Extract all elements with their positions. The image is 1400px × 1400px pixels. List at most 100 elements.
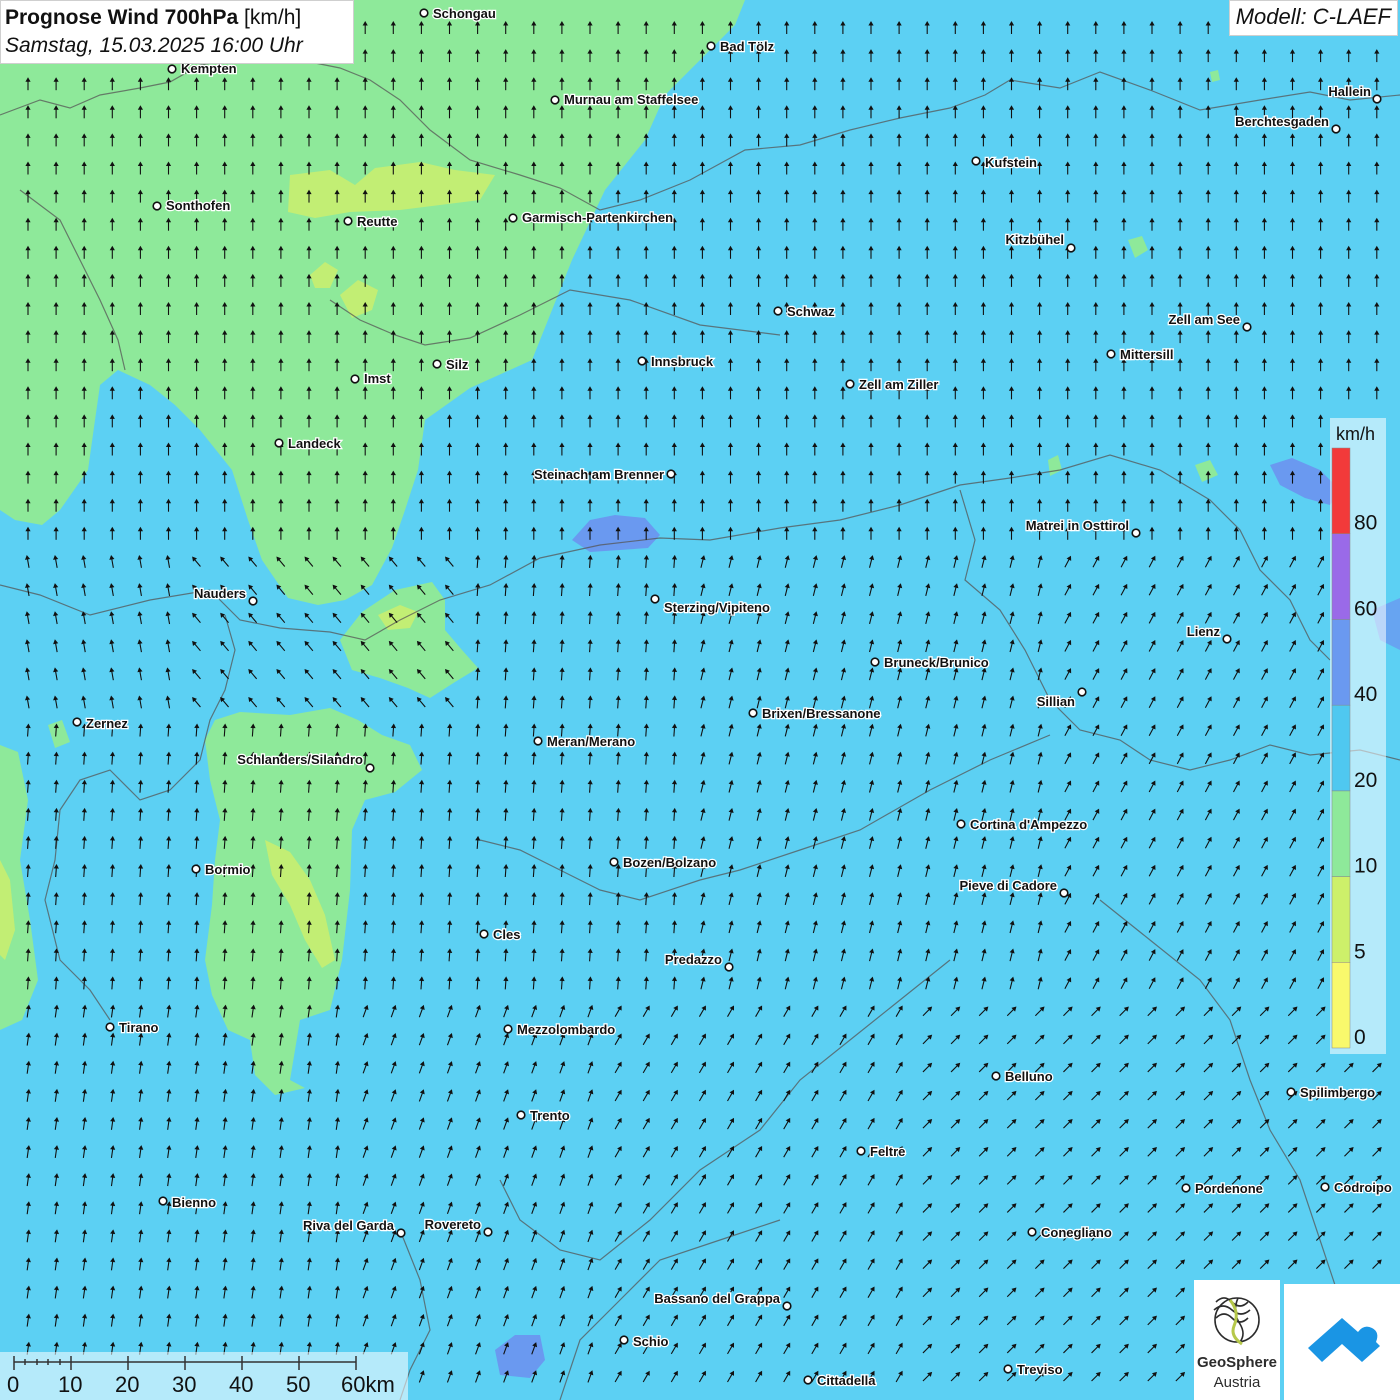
city-marker[interactable] xyxy=(706,41,716,51)
city-marker[interactable] xyxy=(870,657,880,667)
city-label: Landeck xyxy=(288,436,342,451)
city-marker[interactable] xyxy=(1131,528,1141,538)
city-label: Mittersill xyxy=(1120,347,1173,362)
city-label: Cortina d'Ampezzo xyxy=(970,817,1087,832)
city-label: Imst xyxy=(364,371,391,386)
city-label: Feltre xyxy=(870,1144,905,1159)
city-label: Meran/Merano xyxy=(547,734,635,749)
city-marker[interactable] xyxy=(1331,124,1341,134)
city-marker[interactable] xyxy=(845,379,855,389)
city-label: Kufstein xyxy=(985,155,1037,170)
city-marker[interactable] xyxy=(1066,243,1076,253)
scale-label: 10 xyxy=(58,1372,83,1397)
weather-app-logo[interactable] xyxy=(1284,1284,1400,1400)
city-label: Codroipo xyxy=(1334,1180,1392,1195)
city-marker[interactable] xyxy=(72,717,82,727)
city-marker[interactable] xyxy=(274,438,284,448)
city-label: Steinach am Brenner xyxy=(534,467,664,482)
city-marker[interactable] xyxy=(533,736,543,746)
city-marker[interactable] xyxy=(350,374,360,384)
legend-label: 60 xyxy=(1354,597,1377,620)
city-marker[interactable] xyxy=(1027,1227,1037,1237)
city-marker[interactable] xyxy=(724,962,734,972)
city-marker[interactable] xyxy=(1003,1364,1013,1374)
city-marker[interactable] xyxy=(516,1110,526,1120)
city-label: Bassano del Grappa xyxy=(654,1291,780,1306)
city-label: Cittadella xyxy=(817,1373,876,1388)
city-marker[interactable] xyxy=(483,1227,493,1237)
legend: km/h 0 5 10 20 40 60 80 xyxy=(1330,418,1386,1054)
city-marker[interactable] xyxy=(991,1071,1001,1081)
city-marker[interactable] xyxy=(1106,349,1116,359)
city-marker[interactable] xyxy=(782,1301,792,1311)
geosphere-logo[interactable]: GeoSphere Austria xyxy=(1194,1280,1280,1400)
city-label: Mezzolombardo xyxy=(517,1022,615,1037)
city-label: Sterzing/Vipiteno xyxy=(664,600,770,615)
city-marker[interactable] xyxy=(803,1375,813,1385)
city-label: Bruneck/Brunico xyxy=(884,655,989,670)
city-label: Nauders xyxy=(194,586,246,601)
city-marker[interactable] xyxy=(396,1228,406,1238)
city-marker[interactable] xyxy=(1286,1087,1296,1097)
city-label: Sonthofen xyxy=(166,198,230,213)
city-marker[interactable] xyxy=(508,213,518,223)
legend-swatch xyxy=(1331,619,1351,706)
weather-cloud-icon xyxy=(1308,1318,1380,1362)
city-marker[interactable] xyxy=(619,1335,629,1345)
city-marker[interactable] xyxy=(666,469,676,479)
city-marker[interactable] xyxy=(609,857,619,867)
legend-swatch xyxy=(1331,704,1351,792)
city-marker[interactable] xyxy=(748,708,758,718)
city-marker[interactable] xyxy=(365,763,375,773)
city-marker[interactable] xyxy=(550,95,560,105)
city-marker[interactable] xyxy=(158,1196,168,1206)
city-label: Bozen/Bolzano xyxy=(623,855,716,870)
city-marker[interactable] xyxy=(248,596,258,606)
city-label: Pieve di Cadore xyxy=(959,878,1057,893)
city-marker[interactable] xyxy=(1372,94,1382,104)
city-label: Trento xyxy=(530,1108,570,1123)
city-marker[interactable] xyxy=(343,216,353,226)
legend-label: 20 xyxy=(1354,769,1377,792)
city-marker[interactable] xyxy=(971,156,981,166)
city-label: Bormio xyxy=(205,862,251,877)
title-unit: [km/h] xyxy=(244,6,302,29)
city-marker[interactable] xyxy=(650,594,660,604)
city-label: Schlanders/Silandro xyxy=(237,752,363,767)
city-marker[interactable] xyxy=(503,1024,513,1034)
city-marker[interactable] xyxy=(152,201,162,211)
city-marker[interactable] xyxy=(419,8,429,18)
wind-map[interactable]: SchongauKemptenBad TölzMurnau am Staffel… xyxy=(0,0,1400,1400)
city-marker[interactable] xyxy=(479,929,489,939)
city-label: Riva del Garda xyxy=(303,1218,395,1233)
city-marker[interactable] xyxy=(432,359,442,369)
title-bold: Prognose Wind 700hPa xyxy=(5,6,239,29)
city-marker[interactable] xyxy=(1181,1183,1191,1193)
city-marker[interactable] xyxy=(956,819,966,829)
city-marker[interactable] xyxy=(191,864,201,874)
city-marker[interactable] xyxy=(167,64,177,74)
city-marker[interactable] xyxy=(1222,634,1232,644)
city-label: Reutte xyxy=(357,214,397,229)
city-label: Berchtesgaden xyxy=(1235,114,1329,129)
city-label: Predazzo xyxy=(665,952,722,967)
scale-bar: 0 10 20 30 40 50 60km xyxy=(0,1352,408,1400)
legend-label: 5 xyxy=(1354,940,1366,963)
legend-swatch xyxy=(1331,876,1351,963)
legend-label: 40 xyxy=(1354,683,1377,706)
legend-label: 10 xyxy=(1354,855,1377,878)
city-marker[interactable] xyxy=(773,306,783,316)
city-marker[interactable] xyxy=(1059,888,1069,898)
city-marker[interactable] xyxy=(1077,687,1087,697)
city-label: Zernez xyxy=(86,716,128,731)
city-marker[interactable] xyxy=(856,1146,866,1156)
legend-swatch xyxy=(1331,790,1351,877)
city-label: Schongau xyxy=(433,6,496,21)
city-marker[interactable] xyxy=(1242,322,1252,332)
city-marker[interactable] xyxy=(1320,1182,1330,1192)
city-marker[interactable] xyxy=(105,1022,115,1032)
scale-label: 0 xyxy=(7,1372,20,1397)
city-label: Zell am See xyxy=(1168,312,1240,327)
city-marker[interactable] xyxy=(637,356,647,366)
geosphere-country: Austria xyxy=(1213,1374,1261,1391)
